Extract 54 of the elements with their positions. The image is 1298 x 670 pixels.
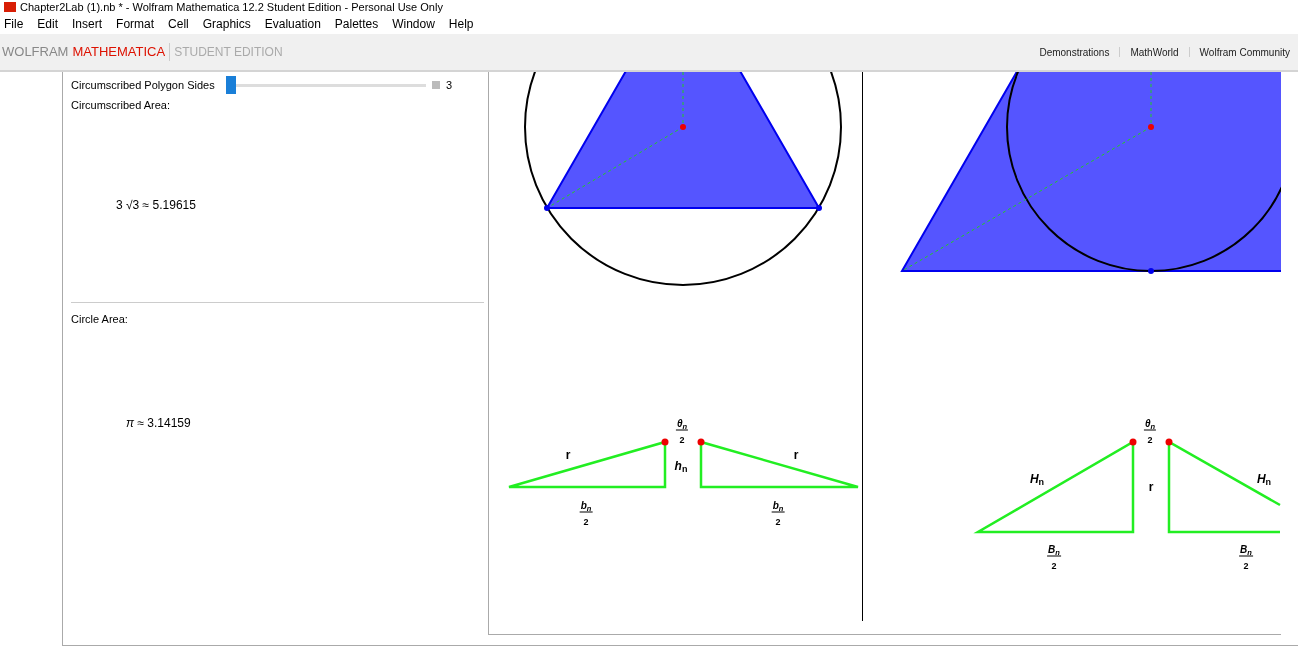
angle-point	[697, 438, 705, 446]
tangent-point	[1148, 268, 1154, 274]
fraction-denominator: 2	[679, 433, 685, 447]
center-point	[1148, 124, 1154, 130]
slider-label: Circumscribed Polygon Sides	[71, 77, 216, 93]
edition-label: STUDENT EDITION	[169, 43, 283, 61]
menu-item[interactable]: Format	[116, 15, 155, 33]
fraction-numerator: b$_{n}$	[579, 499, 593, 513]
slider-thumb[interactable]	[226, 76, 236, 94]
menu-item[interactable]: Insert	[72, 15, 103, 33]
fraction-numerator: B$_{n}$	[1239, 543, 1253, 557]
math-label: r	[1148, 479, 1154, 496]
angle-point	[1129, 438, 1137, 446]
menu-item[interactable]: Evaluation	[264, 15, 321, 33]
plus-icon[interactable]	[432, 81, 440, 89]
fraction-denominator: 2	[775, 515, 781, 529]
math-label: r	[793, 447, 799, 464]
angle-point	[1165, 438, 1173, 446]
header-link[interactable]: MathWorld	[1130, 44, 1179, 60]
header-link[interactable]: Wolfram Community	[1199, 44, 1290, 60]
menu-item[interactable]: Cell	[168, 15, 189, 33]
menu-item[interactable]: Graphics	[202, 15, 251, 33]
result-value: 3 √3 ≈ 5.19615	[116, 196, 197, 214]
menu-item[interactable]: Edit	[37, 15, 59, 33]
brand-name: WOLFRAM	[2, 43, 69, 62]
app-logo-icon	[4, 2, 16, 12]
slider-track[interactable]	[226, 76, 426, 94]
fraction-denominator: 2	[1243, 559, 1249, 573]
menu-item[interactable]: File	[4, 15, 24, 33]
fraction-denominator: 2	[1051, 559, 1057, 573]
slider-value: 3	[446, 77, 453, 93]
menu-item[interactable]: Help	[448, 15, 474, 33]
menu-item[interactable]: Window	[392, 15, 435, 33]
math-label: h$_{n}$	[674, 458, 688, 475]
section-label: Circle Area:	[71, 312, 129, 327]
section-label: Circumscribed Area:	[71, 98, 172, 113]
menu-item[interactable]: Palettes	[334, 15, 379, 33]
fraction-denominator: 2	[583, 515, 589, 529]
math-label: H$_{n}$	[1256, 471, 1272, 488]
angle-point	[661, 438, 669, 446]
vertex-point	[544, 205, 550, 211]
vertex-point	[816, 205, 822, 211]
window-title: Chapter2Lab (1).nb * - Wolfram Mathematica 12.2 Student Edition - Personal Use Only	[20, 1, 443, 13]
result-value: π ≈ 3.14159	[126, 414, 192, 432]
fraction-numerator: θ$_{n}$	[1143, 417, 1157, 431]
fraction-numerator: B$_{n}$	[1047, 543, 1061, 557]
header-link[interactable]: Demonstrations	[1039, 44, 1110, 60]
product-name: MATHEMATICA	[72, 43, 166, 62]
fraction-numerator: b$_{n}$	[771, 499, 785, 513]
math-label: r	[565, 447, 571, 464]
math-label: H$_{n}$	[1029, 471, 1045, 488]
fraction-numerator: θ$_{n}$	[675, 417, 689, 431]
fraction-denominator: 2	[1147, 433, 1153, 447]
center-point	[680, 124, 686, 130]
